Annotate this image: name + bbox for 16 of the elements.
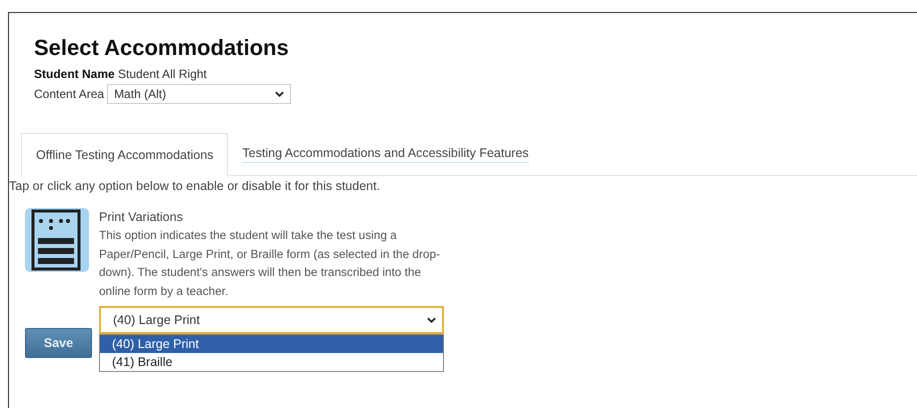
field-label: Content Area: [34, 87, 104, 101]
student-name: Student Name Student All Right: [34, 66, 208, 83]
option-title: Print Variations: [99, 209, 184, 226]
save-button[interactable]: Save: [25, 328, 92, 358]
dropdown-option[interactable]: (41) Braille: [100, 353, 443, 371]
page-title: Select Accommodations: [34, 35, 290, 61]
chevron-icon: [275, 91, 284, 97]
tab[interactable]: Offline Testing Accommodations: [21, 133, 228, 176]
instruction-text: Tap or click any option below to enable or disable it for this student.: [9, 179, 382, 193]
option-description: This option indicates the student will take the test using a Paper/Pencil, Large Print, or Braille form (as selected in the drop-down). The student's answers will then be transcribed into the online form by a teacher.: [99, 227, 441, 300]
content-area-dropdown[interactable]: Math (Alt): [107, 84, 292, 104]
tab[interactable]: Testing Accommodations and Accessibility Features: [228, 133, 543, 175]
braille-document-icon: [25, 207, 89, 273]
dropdown-option[interactable]: (40) Large Print: [100, 335, 443, 353]
chevron-icon: [427, 317, 436, 323]
print-variation-dropdown[interactable]: (40) Large Print: [99, 306, 444, 334]
